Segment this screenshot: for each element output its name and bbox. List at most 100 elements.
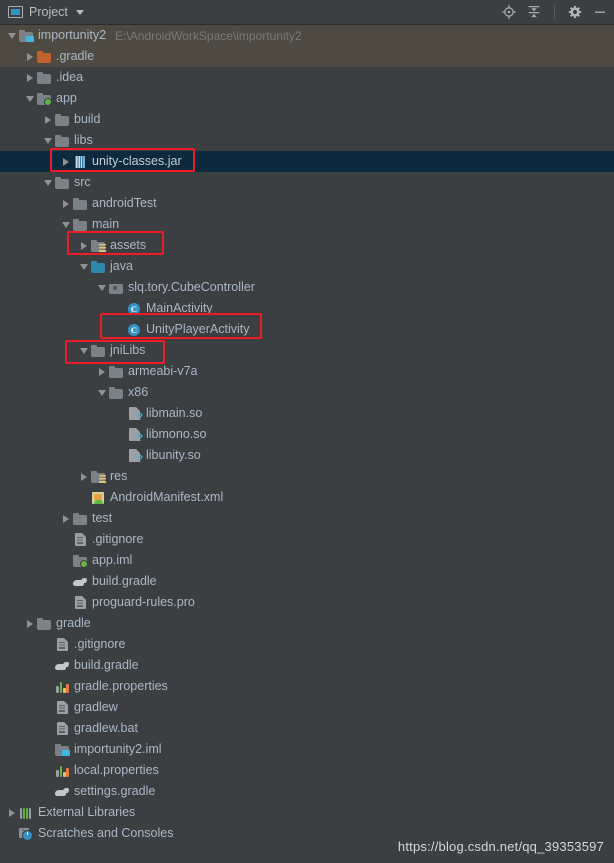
- tree-row-arrow[interactable]: [41, 109, 54, 130]
- expand-arrow-icon[interactable]: [26, 73, 33, 82]
- folder-gray-icon: [108, 385, 124, 401]
- minimize-icon[interactable]: [592, 4, 608, 20]
- tree-row[interactable]: build.gradle: [0, 571, 614, 592]
- tree-row-arrow[interactable]: [23, 67, 36, 88]
- tree-row[interactable]: ? libmono.so: [0, 424, 614, 445]
- tree-row[interactable]: .gitignore: [0, 634, 614, 655]
- expand-arrow-icon[interactable]: [80, 241, 87, 250]
- tree-row-label: unity-classes.jar: [92, 154, 182, 168]
- tree-row[interactable]: importunity2.iml: [0, 739, 614, 760]
- tree-row-label: settings.gradle: [74, 784, 156, 798]
- tree-row-arrow: [5, 823, 18, 844]
- tree-row[interactable]: gradle.properties: [0, 676, 614, 697]
- tree-row[interactable]: build.gradle: [0, 655, 614, 676]
- android-manifest-icon: [90, 490, 106, 506]
- file-icon: [54, 721, 70, 737]
- expand-arrow-icon[interactable]: [44, 115, 51, 124]
- expand-arrow-icon[interactable]: [98, 367, 105, 376]
- tree-row[interactable]: app: [0, 88, 614, 109]
- collapse-arrow-icon[interactable]: [61, 221, 70, 228]
- expand-arrow-icon[interactable]: [8, 808, 15, 817]
- tree-row-arrow[interactable]: [95, 277, 108, 298]
- tree-row[interactable]: .gradle: [0, 46, 614, 67]
- tree-row-arrow[interactable]: [41, 172, 54, 193]
- tree-row-arrow[interactable]: [5, 25, 18, 46]
- tree-row-arrow[interactable]: [41, 130, 54, 151]
- tree-row-label: libmono.so: [146, 427, 207, 441]
- tree-row[interactable]: settings.gradle: [0, 781, 614, 802]
- tree-row[interactable]: libs: [0, 130, 614, 151]
- tree-row-arrow[interactable]: [59, 193, 72, 214]
- collapse-arrow-icon[interactable]: [43, 179, 52, 186]
- tree-row[interactable]: unity-classes.jar: [0, 151, 614, 172]
- collapse-arrow-icon[interactable]: [97, 389, 106, 396]
- tree-row[interactable]: .gitignore: [0, 529, 614, 550]
- tree-row[interactable]: gradlew.bat: [0, 718, 614, 739]
- tree-row-arrow[interactable]: [23, 613, 36, 634]
- tree-row-label: app: [56, 91, 77, 105]
- expand-arrow-icon[interactable]: [62, 157, 69, 166]
- tree-row[interactable]: build: [0, 109, 614, 130]
- tree-row[interactable]: x86: [0, 382, 614, 403]
- tree-row[interactable]: local.properties: [0, 760, 614, 781]
- tree-row-arrow[interactable]: [77, 256, 90, 277]
- tree-row-label: test: [92, 511, 113, 525]
- folder-gray-icon: [36, 616, 52, 632]
- tree-row[interactable]: slq.tory.CubeController: [0, 277, 614, 298]
- collapse-arrow-icon[interactable]: [79, 263, 88, 270]
- tree-row-arrow[interactable]: [77, 340, 90, 361]
- collapse-arrow-icon[interactable]: [43, 137, 52, 144]
- tree-row-arrow[interactable]: [23, 88, 36, 109]
- tree-row[interactable]: armeabi-v7a: [0, 361, 614, 382]
- collapse-arrow-icon[interactable]: [7, 32, 16, 39]
- tree-row-arrow[interactable]: [23, 46, 36, 67]
- tree-row-arrow[interactable]: [59, 508, 72, 529]
- tree-row-arrow[interactable]: [5, 802, 18, 823]
- tree-row[interactable]: gradle: [0, 613, 614, 634]
- gear-icon[interactable]: [567, 4, 583, 20]
- tree-row[interactable]: importunity2 E:\AndroidWorkSpace\importun…: [0, 25, 614, 46]
- collapse-arrow-icon[interactable]: [25, 95, 34, 102]
- expand-arrow-icon[interactable]: [26, 52, 33, 61]
- tree-row[interactable]: test: [0, 508, 614, 529]
- tree-row-arrow[interactable]: [95, 382, 108, 403]
- collapse-all-icon[interactable]: [526, 4, 542, 20]
- tree-row[interactable]: assets: [0, 235, 614, 256]
- locate-icon[interactable]: [501, 4, 517, 20]
- tree-row-label: importunity2: [38, 28, 107, 42]
- expand-arrow-icon[interactable]: [62, 514, 69, 523]
- tree-row-arrow[interactable]: [77, 466, 90, 487]
- collapse-arrow-icon[interactable]: [79, 347, 88, 354]
- tree-row[interactable]: .idea: [0, 67, 614, 88]
- tree-row[interactable]: src: [0, 172, 614, 193]
- tree-row[interactable]: C MainActivity: [0, 298, 614, 319]
- tree-row[interactable]: androidTest: [0, 193, 614, 214]
- module-green-icon: [36, 91, 52, 107]
- tree-row[interactable]: ? libmain.so: [0, 403, 614, 424]
- tree-row[interactable]: ? libunity.so: [0, 445, 614, 466]
- tree-row[interactable]: AndroidManifest.xml: [0, 487, 614, 508]
- tree-row-arrow[interactable]: [59, 214, 72, 235]
- tree-row[interactable]: jniLibs: [0, 340, 614, 361]
- project-tool-window-button[interactable]: Project: [8, 5, 84, 20]
- tree-row-label: .gitignore: [92, 532, 144, 546]
- tree-row[interactable]: C UnityPlayerActivity: [0, 319, 614, 340]
- tree-row-arrow[interactable]: [77, 235, 90, 256]
- chevron-down-icon[interactable]: [75, 9, 84, 15]
- expand-arrow-icon[interactable]: [26, 619, 33, 628]
- tree-row[interactable]: main: [0, 214, 614, 235]
- project-tree[interactable]: importunity2 E:\AndroidWorkSpace\importun…: [0, 25, 614, 863]
- tree-row[interactable]: res: [0, 466, 614, 487]
- tree-row-arrow: [41, 781, 54, 802]
- expand-arrow-icon[interactable]: [62, 199, 69, 208]
- tree-row[interactable]: app.iml: [0, 550, 614, 571]
- tree-row-arrow[interactable]: [59, 151, 72, 172]
- tree-row[interactable]: External Libraries: [0, 802, 614, 823]
- tree-row-arrow[interactable]: [95, 361, 108, 382]
- expand-arrow-icon[interactable]: [80, 472, 87, 481]
- tree-row-arrow: [41, 760, 54, 781]
- collapse-arrow-icon[interactable]: [97, 284, 106, 291]
- tree-row[interactable]: gradlew: [0, 697, 614, 718]
- tree-row[interactable]: proguard-rules.pro: [0, 592, 614, 613]
- tree-row[interactable]: java: [0, 256, 614, 277]
